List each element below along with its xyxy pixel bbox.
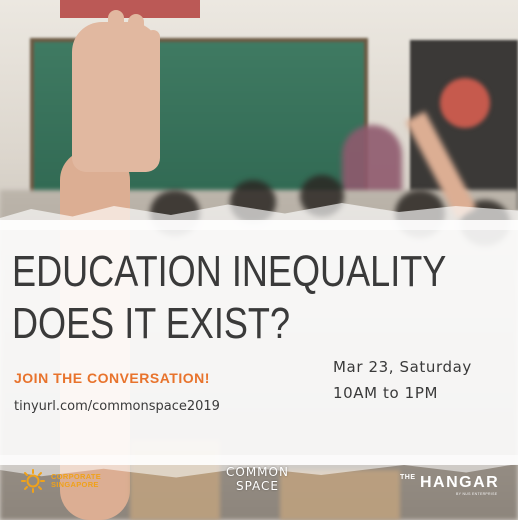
event-time: 10AM to 1PM	[333, 384, 439, 402]
common-space-line-1: COMMON	[226, 465, 289, 479]
wall-decoration	[440, 78, 490, 128]
headline-line-2: DOES IT EXIST?	[12, 299, 291, 348]
hangar-name: HANGAR	[419, 474, 500, 491]
the-hangar-logo: THE HANGAR BY NUS ENTERPRISE	[400, 474, 500, 496]
common-space-line-2: SPACE	[235, 478, 279, 493]
hangar-prefix: THE	[400, 474, 416, 481]
sun-icon	[21, 469, 45, 493]
call-to-action: JOIN THE CONVERSATION!	[14, 370, 210, 386]
hangar-tagline: BY NUS ENTERPRISE	[456, 492, 498, 496]
event-date: Mar 23, Saturday	[333, 358, 472, 376]
event-poster: EDUCATION INEQUALITY DOES IT EXIST? JOIN…	[0, 0, 518, 520]
corporate-logo-line-2: SINGAPORE	[51, 480, 99, 489]
registration-link[interactable]: tinyurl.com/commonspace2019	[14, 399, 220, 414]
headline-line-1: EDUCATION INEQUALITY	[12, 247, 447, 296]
common-space-logo: COMMON SPACE	[226, 465, 289, 494]
finger	[128, 14, 144, 84]
desk	[280, 470, 400, 520]
finger	[108, 10, 124, 80]
finger	[146, 30, 160, 90]
corporate-singapore-logo: CORPORATE SINGAPORE	[20, 468, 101, 494]
